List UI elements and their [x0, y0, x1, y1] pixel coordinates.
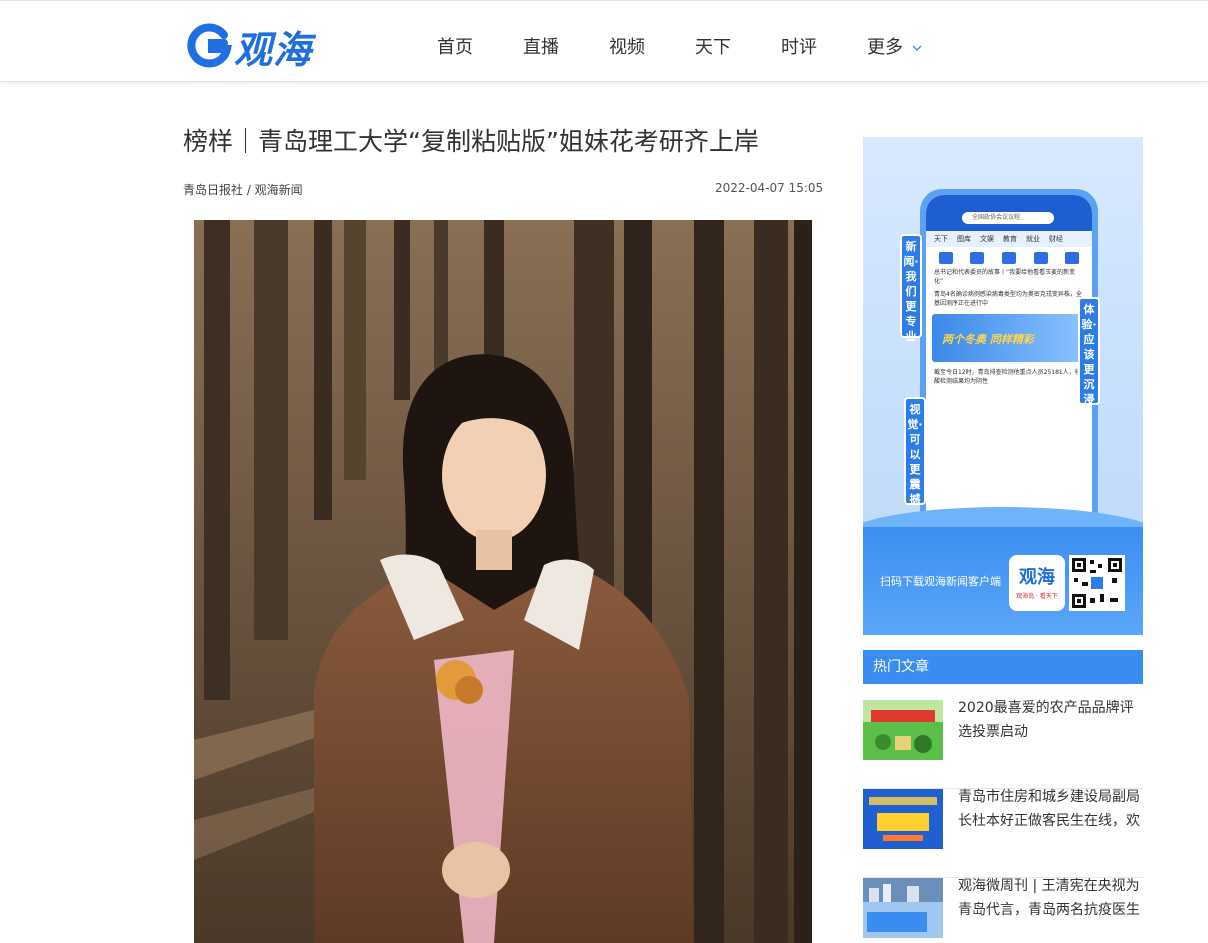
app-shortcut-icon — [970, 252, 985, 264]
chevron-down-icon — [912, 45, 922, 51]
guanhai-g-logo-icon — [187, 23, 232, 68]
article-time: 2022-04-07 15:05 — [715, 181, 824, 195]
app-shortcut-icon — [1001, 252, 1016, 264]
logo-text: 观海 — [234, 27, 313, 72]
hot-article-item[interactable]: 青岛市住房和城乡建设局副局长杜本好正做客民生在线，欢 — [863, 789, 1143, 878]
phone-news-line: 青岛4名确诊病例感染病毒类型均为奥密克戎变异株，全基因测序正在进行中 — [934, 291, 1082, 307]
nav-more-label: 更多 — [867, 37, 903, 58]
ad-caption: 扫码下载观海新闻客户端 — [880, 575, 1001, 588]
phone-news-line: 总书记和代表委员的故事丨“我要给他看看玉麦的新变化” — [934, 269, 1076, 285]
farm-products-thumbnail-image — [863, 700, 943, 760]
livelihood-online-thumbnail-image — [863, 789, 943, 849]
nav-item-commentary[interactable]: 时评 — [781, 25, 817, 71]
phone-tab: 财经 — [1049, 235, 1063, 243]
phone-tabs: 天下 图库 文娱 教育 就业 财经 — [926, 231, 1092, 247]
phone-icon-row — [926, 247, 1092, 266]
phone-banner-text: 两个冬奥 同样精彩 — [942, 333, 1034, 346]
app-icon-name: 观海 — [1019, 567, 1055, 588]
app-download-ad[interactable]: 全国政协会议议程 天下 图库 文娱 教育 就业 财经 总书记和代表委员的故事丨“… — [863, 137, 1143, 635]
hot-articles-list: 2020最喜爱的农产品品牌评选投票启动 青岛市住房和城乡建设局副局长杜本好正做客… — [863, 700, 1143, 943]
nav-item-video[interactable]: 视频 — [609, 25, 645, 71]
photo-girl-in-forest-image — [194, 220, 812, 943]
article-photo — [194, 220, 812, 943]
nav-item-home[interactable]: 首页 — [437, 25, 473, 71]
hot-article-thumbnail — [863, 700, 943, 760]
phone-mockup: 全国政协会议议程 天下 图库 文娱 教育 就业 财经 总书记和代表委员的故事丨“… — [920, 189, 1098, 549]
phone-tab: 文娱 — [980, 235, 994, 243]
qr-code-graphic — [1072, 558, 1122, 608]
article-title: 榜样｜青岛理工大学“复制粘贴版”姐妹花考研齐上岸 — [183, 127, 759, 156]
app-icon: 观海 观海岛 · 看天下 — [1009, 555, 1065, 611]
hot-article-item[interactable]: 2020最喜爱的农产品品牌评选投票启动 — [863, 700, 1143, 789]
app-shortcut-icon — [1065, 252, 1080, 264]
phone-tab: 就业 — [1026, 235, 1040, 243]
site-header: 观海 首页 直播 视频 天下 时评 更多 — [0, 0, 1208, 82]
phone-search-bar: 全国政协会议议程 — [962, 212, 1054, 224]
phone-tab: 教育 — [1003, 235, 1017, 243]
hot-article-title: 观海微周刊 | 王清宪在央视为青岛代言，青岛两名抗疫医生 — [958, 878, 1140, 918]
nav-item-more[interactable]: 更多 — [867, 25, 923, 71]
hot-article-thumbnail — [863, 878, 943, 938]
app-icon-slogan: 观海岛 · 看天下 — [1016, 593, 1058, 600]
nav-item-live[interactable]: 直播 — [523, 25, 559, 71]
app-shortcut-icon — [938, 252, 953, 264]
ad-tag-visual: 视觉·可以更震撼 — [904, 397, 926, 506]
hot-articles-heading: 热门文章 — [863, 650, 1143, 684]
qr-code-icon — [1069, 555, 1125, 611]
ad-tag-experience: 体验·应该更沉浸 — [1078, 297, 1100, 406]
main-nav: 首页 直播 视频 天下 时评 更多 — [437, 25, 973, 71]
nav-item-world[interactable]: 天下 — [695, 25, 731, 71]
phone-app-header: 全国政协会议议程 — [926, 195, 1092, 231]
hot-article-item[interactable]: 观海微周刊 | 王清宪在央视为青岛代言，青岛两名抗疫医生 — [863, 878, 1143, 943]
hot-article-title: 青岛市住房和城乡建设局副局长杜本好正做客民生在线，欢 — [958, 789, 1140, 829]
app-shortcut-icon — [1033, 252, 1048, 264]
site-logo[interactable]: 观海 — [186, 21, 313, 72]
phone-screen: 全国政协会议议程 天下 图库 文娱 教育 就业 财经 总书记和代表委员的故事丨“… — [926, 195, 1092, 543]
phone-olympics-banner: 两个冬奥 同样精彩 — [932, 314, 1086, 362]
phone-tab: 图库 — [957, 235, 971, 243]
hot-article-title: 2020最喜爱的农产品品牌评选投票启动 — [958, 700, 1134, 740]
phone-tab: 天下 — [934, 235, 948, 243]
weekly-digest-thumbnail-image — [863, 878, 943, 938]
hot-article-thumbnail — [863, 789, 943, 849]
article-source: 青岛日报社 / 观海新闻 — [183, 183, 303, 197]
phone-news-line: 截至今日12时，青岛排查检测他重点人员25181人，核酸检测结果均为阴性 — [934, 369, 1081, 385]
ad-tag-news: 新闻·我们更专业 — [900, 234, 922, 343]
